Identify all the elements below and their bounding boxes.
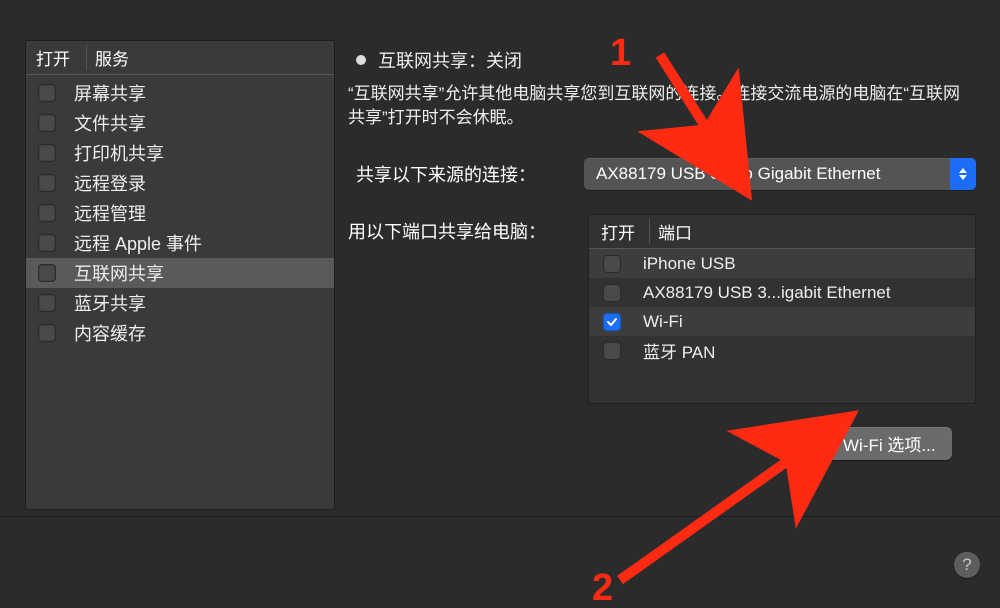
port-label: iPhone USB bbox=[643, 254, 736, 274]
service-label: 远程登录 bbox=[74, 170, 146, 196]
service-label: 远程 Apple 事件 bbox=[74, 230, 202, 256]
port-label: AX88179 USB 3...igabit Ethernet bbox=[643, 283, 891, 303]
port-row[interactable]: Wi-Fi bbox=[589, 307, 975, 336]
port-checkbox[interactable] bbox=[603, 342, 621, 360]
service-label: 屏幕共享 bbox=[74, 80, 146, 106]
ports-list: iPhone USB AX88179 USB 3...igabit Etherne… bbox=[589, 249, 975, 365]
service-label: 互联网共享 bbox=[74, 260, 164, 286]
service-checkbox[interactable] bbox=[38, 264, 56, 282]
annotation-number-2: 2 bbox=[592, 567, 613, 608]
port-checkbox[interactable] bbox=[603, 284, 621, 302]
help-button[interactable]: ? bbox=[954, 552, 980, 578]
share-ports-label: 用以下端口共享给电脑： bbox=[348, 218, 546, 244]
port-row[interactable]: 蓝牙 PAN bbox=[589, 336, 975, 365]
service-checkbox[interactable] bbox=[38, 204, 56, 222]
service-label: 远程管理 bbox=[74, 200, 146, 226]
services-panel: 打开 服务 屏幕共享文件共享打印机共享远程登录远程管理远程 Apple 事件互联… bbox=[25, 40, 335, 510]
port-row[interactable]: AX88179 USB 3...igabit Ethernet bbox=[589, 278, 975, 307]
service-row[interactable]: 屏幕共享 bbox=[26, 78, 334, 108]
share-from-label: 共享以下来源的连接： bbox=[356, 161, 566, 187]
port-checkbox[interactable] bbox=[603, 255, 621, 273]
share-from-select[interactable]: AX88179 USB 3.0 to Gigabit Ethernet bbox=[584, 158, 976, 190]
checkmark-icon bbox=[606, 316, 618, 328]
service-row[interactable]: 互联网共享 bbox=[26, 258, 334, 288]
status-dot-icon bbox=[356, 55, 366, 65]
service-row[interactable]: 内容缓存 bbox=[26, 318, 334, 348]
service-label: 文件共享 bbox=[74, 110, 146, 136]
internet-sharing-status: 互联网共享：关闭 bbox=[356, 47, 976, 73]
help-icon: ? bbox=[962, 555, 971, 575]
service-checkbox[interactable] bbox=[38, 294, 56, 312]
port-checkbox[interactable] bbox=[603, 313, 621, 331]
service-row[interactable]: 远程管理 bbox=[26, 198, 334, 228]
service-checkbox[interactable] bbox=[38, 144, 56, 162]
service-row[interactable]: 文件共享 bbox=[26, 108, 334, 138]
service-row[interactable]: 蓝牙共享 bbox=[26, 288, 334, 318]
service-checkbox[interactable] bbox=[38, 84, 56, 102]
service-label: 内容缓存 bbox=[74, 320, 146, 346]
ports-header-open: 打开 bbox=[589, 219, 649, 244]
updown-arrows-icon bbox=[950, 158, 976, 190]
ports-header: 打开 端口 bbox=[589, 215, 975, 249]
internet-sharing-description: “互联网共享”允许其他电脑共享您到互联网的连接。连接交流电源的电脑在“互联网共享… bbox=[348, 82, 968, 130]
bottom-divider bbox=[0, 516, 1000, 517]
wifi-options-button[interactable]: Wi-Fi 选项... bbox=[827, 427, 952, 460]
services-list: 屏幕共享文件共享打印机共享远程登录远程管理远程 Apple 事件互联网共享蓝牙共… bbox=[26, 75, 334, 348]
service-checkbox[interactable] bbox=[38, 234, 56, 252]
service-row[interactable]: 打印机共享 bbox=[26, 138, 334, 168]
service-label: 蓝牙共享 bbox=[74, 290, 146, 316]
service-checkbox[interactable] bbox=[38, 114, 56, 132]
service-row[interactable]: 远程 Apple 事件 bbox=[26, 228, 334, 258]
port-label: Wi-Fi bbox=[643, 312, 683, 332]
service-checkbox[interactable] bbox=[38, 174, 56, 192]
share-from-value: AX88179 USB 3.0 to Gigabit Ethernet bbox=[596, 164, 880, 184]
services-header: 打开 服务 bbox=[26, 41, 334, 75]
port-row[interactable]: iPhone USB bbox=[589, 249, 975, 278]
service-row[interactable]: 远程登录 bbox=[26, 168, 334, 198]
service-label: 打印机共享 bbox=[74, 140, 164, 166]
ports-panel: 打开 端口 iPhone USB AX88179 USB 3...igabit E… bbox=[588, 214, 976, 404]
services-header-service: 服务 bbox=[86, 45, 334, 70]
port-label: 蓝牙 PAN bbox=[643, 338, 715, 363]
share-from-row: 共享以下来源的连接： AX88179 USB 3.0 to Gigabit Et… bbox=[356, 158, 976, 190]
services-header-open: 打开 bbox=[26, 45, 86, 70]
service-checkbox[interactable] bbox=[38, 324, 56, 342]
status-title: 互联网共享：关闭 bbox=[378, 47, 522, 73]
ports-header-port: 端口 bbox=[649, 219, 975, 244]
